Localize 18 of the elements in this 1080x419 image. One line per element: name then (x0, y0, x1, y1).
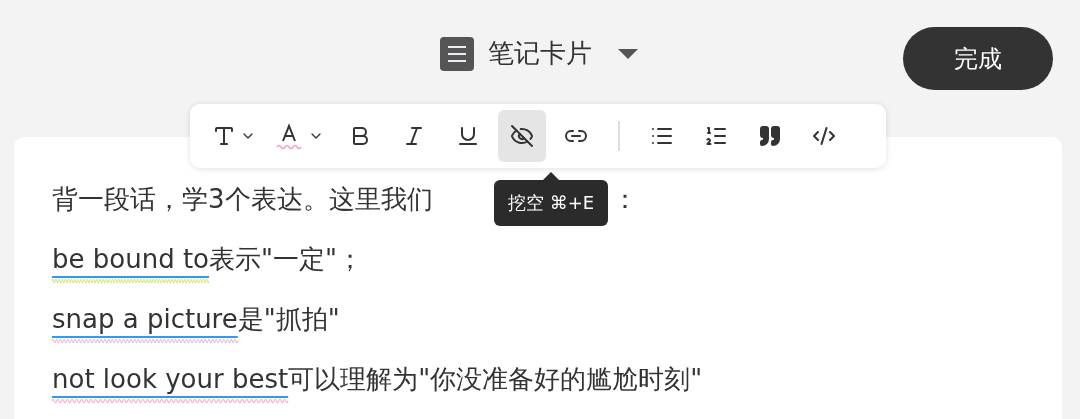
colon-text: ： (612, 183, 638, 216)
underline-icon (456, 124, 480, 148)
paragraph: not look your best可以理解为"你没准备好的尴尬时刻" (52, 361, 703, 397)
font-color-icon (274, 122, 304, 150)
numbered-list-icon (704, 124, 728, 148)
paragraph: snap a picture是"抓拍" (52, 301, 340, 337)
page-title[interactable]: 笔记卡片 (488, 36, 592, 71)
hide-button[interactable] (498, 110, 546, 162)
caret-icon[interactable] (616, 46, 640, 61)
done-button[interactable]: 完成 (903, 27, 1053, 90)
paragraph-text: 背一段话，学3个表达。这里我们 (52, 183, 433, 216)
code-icon (812, 124, 836, 148)
eye-off-icon (510, 124, 534, 148)
menu-icon[interactable] (440, 36, 474, 71)
quote-icon (758, 124, 782, 148)
text-style-icon (212, 124, 236, 148)
paragraph: be bound to表示"一定"； (52, 241, 363, 277)
tooltip: 挖空 ⌘+E (494, 172, 609, 226)
